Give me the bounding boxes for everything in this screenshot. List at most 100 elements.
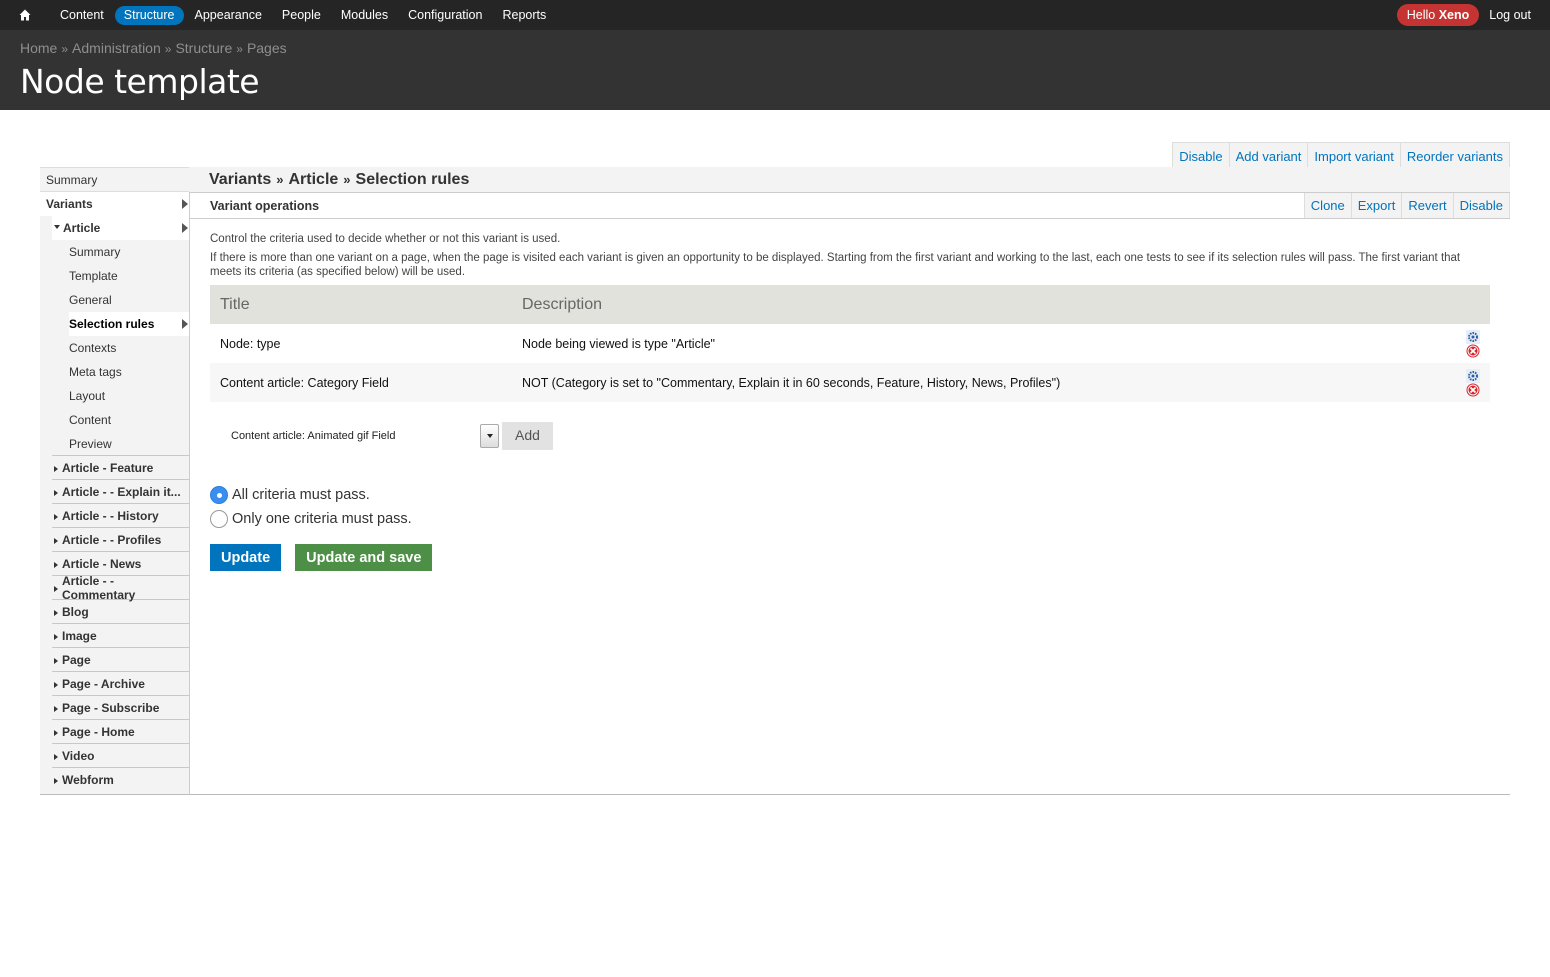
breadcrumb-home[interactable]: Home <box>20 40 57 56</box>
disable-page-button[interactable]: Disable <box>1173 143 1230 168</box>
sidebar-group-article-feature[interactable]: Article - Feature <box>52 456 190 480</box>
home-icon <box>19 9 31 21</box>
disable-variant-button[interactable]: Disable <box>1454 193 1510 218</box>
sidebar-subitem-contexts[interactable]: Contexts <box>69 336 190 360</box>
breadcrumb-separator: » <box>61 42 69 56</box>
sidebar-subitem-layout[interactable]: Layout <box>69 384 190 408</box>
logout-link[interactable]: Log out <box>1489 8 1531 22</box>
radio-one-criteria[interactable] <box>210 510 228 528</box>
chevron-down-icon <box>486 434 493 438</box>
sidebar-group-page-archive[interactable]: Page - Archive <box>52 672 190 696</box>
sidebar-item-label: Article - - History <box>62 508 159 523</box>
rule-title: Content article: Category Field <box>210 363 512 402</box>
home-link[interactable] <box>14 0 36 30</box>
column-description: Description <box>512 285 1440 324</box>
sidebar-group-article-profiles[interactable]: Article - - Profiles <box>52 528 190 552</box>
sidebar-group-page-subscribe[interactable]: Page - Subscribe <box>52 696 190 720</box>
sidebar-subitem-summary[interactable]: Summary <box>69 240 190 264</box>
radio-option-all[interactable]: All criteria must pass. <box>210 483 1510 507</box>
nav-people[interactable]: People <box>273 6 330 25</box>
settings-icon[interactable] <box>1466 368 1480 383</box>
page-operations: Disable Add variant Import variant Reord… <box>1172 142 1510 168</box>
sidebar-item-label: Page - Subscribe <box>62 700 160 715</box>
user-badge[interactable]: Hello Xeno <box>1396 4 1480 26</box>
sidebar-item-label: Page <box>62 652 91 667</box>
sidebar-group-article-history[interactable]: Article - - History <box>52 504 190 528</box>
add-criteria-button[interactable]: Add <box>502 422 553 450</box>
sidebar-group-video[interactable]: Video <box>52 744 190 768</box>
sidebar-item-label: Article - - Explain it... <box>62 484 181 499</box>
admin-toolbar: Content Structure Appearance People Modu… <box>0 0 1550 30</box>
update-button[interactable]: Update <box>210 544 282 571</box>
nav-configuration[interactable]: Configuration <box>399 6 491 25</box>
sidebar-subitem-selection-rules[interactable]: Selection rules <box>69 312 190 336</box>
sidebar-subitem-meta-tags[interactable]: Meta tags <box>69 360 190 384</box>
nav-reports[interactable]: Reports <box>493 6 555 25</box>
rule-title: Node: type <box>210 324 512 363</box>
triangle-right-icon <box>54 657 58 664</box>
add-variant-button[interactable]: Add variant <box>1230 143 1309 168</box>
sidebar-group-article-commentary[interactable]: Article - - Commentary <box>52 574 190 602</box>
sidebar-item-label: Template <box>69 269 118 283</box>
sidebar-group-page[interactable]: Page <box>52 648 190 672</box>
variant-operations-label: Variant operations <box>210 198 320 213</box>
import-variant-button[interactable]: Import variant <box>1308 143 1401 168</box>
sidebar-item-variants[interactable]: Variants <box>40 192 190 216</box>
breadcrumb-administration[interactable]: Administration <box>72 40 161 56</box>
sidebar-item-label: Layout <box>69 389 106 403</box>
crumb-variants: Variants <box>209 170 272 188</box>
table-row: Content article: Category Field NOT (Cat… <box>210 363 1490 402</box>
sidebar-item-article[interactable]: Article <box>52 216 190 240</box>
breadcrumb-structure[interactable]: Structure <box>175 40 232 56</box>
arrow-right-icon <box>182 199 188 209</box>
sidebar-subitem-content[interactable]: Content <box>69 408 190 432</box>
sidebar-subitem-preview[interactable]: Preview <box>52 432 190 456</box>
remove-icon[interactable] <box>1466 344 1480 358</box>
breadcrumb-pages[interactable]: Pages <box>247 40 287 56</box>
description-long: If there is more than one variant on a p… <box>210 252 1461 278</box>
sidebar-subitem-template[interactable]: Template <box>69 264 190 288</box>
triangle-right-icon <box>54 465 58 472</box>
table-header-row: Title Description <box>210 285 1490 324</box>
sidebar-group-article-explain[interactable]: Article - - Explain it... <box>52 480 190 504</box>
sidebar-group-blog[interactable]: Blog <box>52 600 190 624</box>
sidebar-item-label: Meta tags <box>69 365 122 379</box>
triangle-right-icon <box>54 753 58 760</box>
page-manager-layout: Summary Variants Article Summary Templat… <box>40 167 1510 795</box>
sidebar-item-label: Page - Home <box>62 724 135 739</box>
reorder-variants-button[interactable]: Reorder variants <box>1401 143 1510 168</box>
radio-all-criteria[interactable] <box>210 486 228 504</box>
sidebar-item-label: Article - News <box>62 556 142 571</box>
nav-modules[interactable]: Modules <box>332 6 397 25</box>
sidebar-group-webform[interactable]: Webform <box>52 768 190 792</box>
update-and-save-button[interactable]: Update and save <box>295 544 433 571</box>
rule-operations <box>1440 324 1490 363</box>
nav-structure[interactable]: Structure <box>114 5 184 25</box>
triangle-right-icon <box>54 633 58 640</box>
sidebar-group-page-home[interactable]: Page - Home <box>52 720 190 744</box>
nav-content[interactable]: Content <box>51 6 113 25</box>
content-panel: Variants » Article » Selection rules Variant… <box>189 167 1510 795</box>
export-button[interactable]: Export <box>1352 193 1403 218</box>
sidebar-group-image[interactable]: Image <box>52 624 190 648</box>
radio-option-one[interactable]: Only one criteria must pass. <box>210 507 1510 531</box>
column-operations <box>1440 285 1490 324</box>
sidebar-group-article-news[interactable]: Article - News <box>52 552 190 576</box>
triangle-right-icon <box>54 609 58 616</box>
triangle-right-icon <box>54 561 58 568</box>
revert-button[interactable]: Revert <box>1402 193 1454 218</box>
remove-icon[interactable] <box>1466 383 1480 397</box>
clone-button[interactable]: Clone <box>1305 193 1352 218</box>
sidebar-item-label: Preview <box>69 436 112 451</box>
sidebar-item-label: General <box>69 293 112 307</box>
nav-appearance[interactable]: Appearance <box>186 6 271 25</box>
select-dropdown-button[interactable] <box>480 424 499 448</box>
breadcrumb-separator: » <box>236 42 243 56</box>
sidebar-subitem-general[interactable]: General <box>69 288 190 312</box>
sidebar-item-summary[interactable]: Summary <box>40 168 190 192</box>
settings-icon[interactable] <box>1466 329 1480 344</box>
criteria-select[interactable]: Content article: Animated gif Field <box>231 430 480 442</box>
sidebar-item-label: Image <box>62 628 97 643</box>
triangle-right-icon <box>54 729 58 736</box>
sidebar-item-label: Article <box>63 221 101 235</box>
